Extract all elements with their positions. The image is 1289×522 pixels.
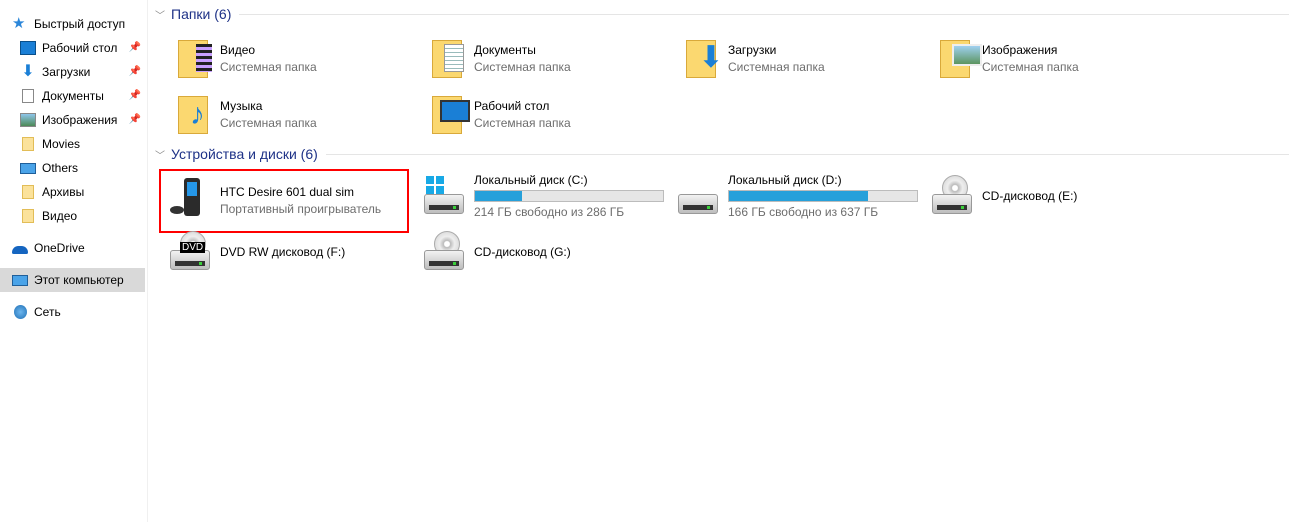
documents-icon [22, 89, 34, 103]
sidebar-item-pictures[interactable]: Изображения 📌 [20, 108, 145, 132]
sidebar-item-label: OneDrive [34, 241, 85, 255]
drive-usage-fill [729, 191, 869, 201]
cd-drive-icon [420, 228, 474, 276]
item-name: Видео [220, 42, 256, 57]
sidebar-item-downloads[interactable]: ⬇ Загрузки 📌 [20, 60, 145, 84]
item-name: HTC Desire 601 dual sim [220, 184, 355, 199]
item-name: CD-дисковод (E:) [982, 189, 1078, 203]
folder-music[interactable]: ♪ Музыка Системная папка [172, 88, 422, 140]
section-title: Папки (6) [171, 6, 232, 22]
pin-icon[interactable]: 📌 [129, 90, 141, 101]
sidebar-item-label: Others [42, 161, 79, 175]
sidebar-item-label: Документы [42, 89, 104, 103]
dvd-drive-icon: DVD [166, 228, 220, 276]
item-subtitle: Системная папка [474, 115, 571, 130]
chevron-down-icon[interactable]: ﹀ [155, 147, 165, 162]
videos-folder-icon [172, 34, 220, 82]
item-name: Рабочий стол [474, 98, 550, 113]
folder-documents[interactable]: Документы Системная папка [426, 32, 676, 84]
folders-section-header[interactable]: ﹀ Папки (6) [155, 4, 1289, 24]
item-subtitle: Системная папка [220, 115, 317, 130]
folder-pictures[interactable]: Изображения Системная папка [934, 32, 1184, 84]
item-subtitle: 166 ГБ свободно из 637 ГБ [728, 205, 879, 219]
sidebar-item-label: Архивы [42, 185, 85, 199]
item-name: CD-дисковод (G:) [474, 245, 571, 259]
item-subtitle: Системная папка [982, 59, 1079, 74]
network-icon [14, 305, 27, 319]
drive-usage-bar [728, 190, 918, 202]
this-pc-icon [12, 274, 28, 286]
folder-icon [22, 185, 34, 199]
navigation-pane: ★ Быстрый доступ Рабочий стол 📌 ⬇ Загрузки 📌… [0, 0, 148, 522]
sidebar-item-video[interactable]: Видео [20, 204, 145, 228]
folder-downloads[interactable]: ⬇ Загрузки Системная папка [680, 32, 930, 84]
music-folder-icon: ♪ [172, 90, 220, 138]
folder-videos[interactable]: Видео Системная папка [172, 32, 422, 84]
sidebar-item-onedrive[interactable]: OneDrive [0, 236, 145, 260]
item-name: Изображения [982, 42, 1058, 57]
pictures-icon [20, 113, 36, 127]
onedrive-icon [12, 246, 28, 254]
sidebar-item-label: Этот компьютер [34, 273, 124, 287]
pin-icon[interactable]: 📌 [129, 42, 141, 53]
pictures-folder-icon [934, 34, 982, 82]
sidebar-item-label: Быстрый доступ [34, 17, 126, 31]
item-subtitle: Системная папка [474, 59, 571, 74]
dvd-badge: DVD [180, 242, 206, 253]
sidebar-item-label: Сеть [34, 305, 61, 319]
network-drive-icon [20, 162, 36, 174]
portable-player-icon [166, 176, 220, 224]
chevron-down-icon[interactable]: ﹀ [155, 7, 165, 22]
item-name: Музыка [220, 98, 263, 113]
divider [239, 13, 1289, 15]
item-subtitle: Системная папка [728, 59, 825, 74]
pin-icon[interactable]: 📌 [129, 66, 141, 77]
sidebar-item-label: Изображения [42, 113, 118, 127]
item-subtitle: Портативный проигрыватель [220, 201, 382, 216]
item-name: Загрузки [728, 42, 777, 57]
drive-e[interactable]: CD-дисковод (E:) [928, 170, 1178, 222]
documents-folder-icon [426, 34, 474, 82]
downloads-icon: ⬇ [21, 63, 35, 80]
sidebar-item-network[interactable]: Сеть [0, 300, 145, 324]
section-title: Устройства и диски (6) [171, 146, 318, 162]
desktop-folder-icon [426, 90, 474, 138]
folder-icon [22, 209, 34, 223]
sidebar-item-label: Movies [42, 137, 81, 151]
divider [325, 153, 1289, 155]
sidebar-item-archives[interactable]: Архивы [20, 180, 145, 204]
folder-desktop[interactable]: Рабочий стол Системная папка [426, 88, 676, 140]
item-name: Локальный диск (D:) [728, 173, 842, 187]
sidebar-item-desktop[interactable]: Рабочий стол 📌 [20, 36, 145, 60]
cd-drive-icon [928, 172, 982, 220]
item-subtitle: 214 ГБ свободно из 286 ГБ [474, 205, 625, 219]
sidebar-item-documents[interactable]: Документы 📌 [20, 84, 145, 108]
drive-f[interactable]: DVD DVD RW дисковод (F:) [166, 226, 416, 278]
downloads-folder-icon: ⬇ [680, 34, 728, 82]
folder-icon [22, 137, 34, 151]
sidebar-item-label: Видео [42, 209, 78, 223]
sidebar-item-movies[interactable]: Movies [20, 132, 145, 156]
item-name: DVD RW дисковод (F:) [220, 245, 346, 259]
drive-usage-fill [475, 191, 522, 201]
drive-c[interactable]: Локальный диск (C:) 214 ГБ свободно из 28… [420, 170, 670, 222]
sidebar-item-others[interactable]: Others [20, 156, 145, 180]
drive-g[interactable]: CD-дисковод (G:) [420, 226, 670, 278]
drive-usage-bar [474, 190, 664, 202]
sidebar-item-label: Рабочий стол [42, 41, 118, 55]
item-name: Локальный диск (C:) [474, 173, 588, 187]
desktop-icon [20, 41, 36, 55]
drive-d[interactable]: Локальный диск (D:) 166 ГБ свободно из 63… [674, 170, 924, 222]
devices-section-header[interactable]: ﹀ Устройства и диски (6) [155, 144, 1289, 164]
drive-icon [674, 172, 728, 220]
quick-access-star-icon: ★ [12, 15, 26, 32]
pin-icon[interactable]: 📌 [129, 114, 141, 125]
sidebar-item-label: Загрузки [42, 65, 91, 79]
sidebar-item-this-pc[interactable]: Этот компьютер [0, 268, 145, 292]
system-drive-icon [420, 172, 474, 220]
device-htc-desire[interactable]: HTC Desire 601 dual sim Портативный проиг… [166, 174, 416, 226]
item-subtitle: Системная папка [220, 59, 317, 74]
sidebar-item-quick-access[interactable]: ★ Быстрый доступ [12, 12, 157, 36]
item-name: Документы [474, 42, 536, 57]
